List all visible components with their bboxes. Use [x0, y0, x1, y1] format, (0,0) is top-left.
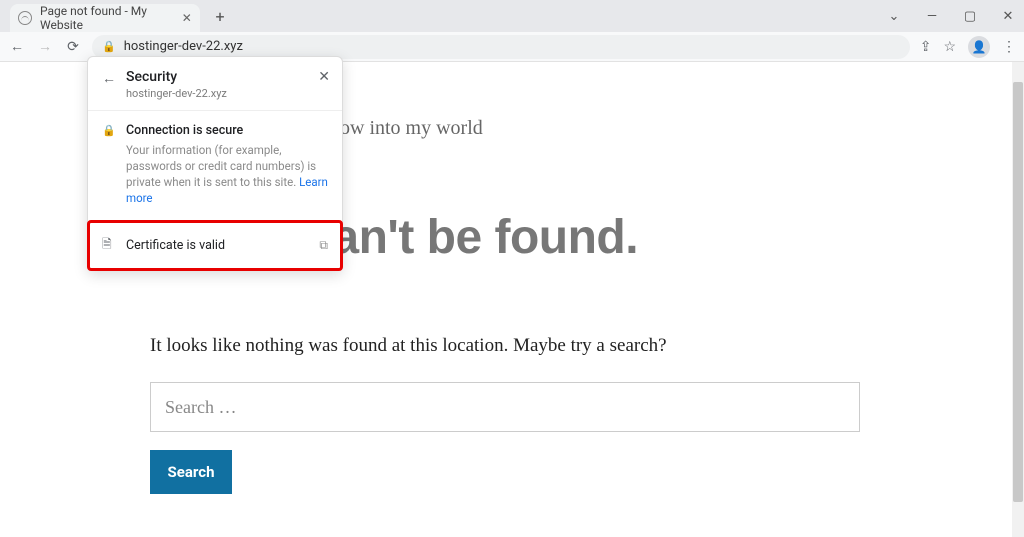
share-icon[interactable]: ⇪ — [920, 39, 932, 55]
close-popover-icon[interactable]: ✕ — [318, 69, 330, 85]
open-external-icon[interactable]: ⧉ — [319, 238, 328, 253]
certificate-icon: 🗎 — [102, 235, 116, 256]
forward-icon: → — [36, 38, 54, 55]
lock-icon[interactable]: 🔒 — [102, 40, 116, 53]
certificate-label: Certificate is valid — [126, 238, 225, 253]
connection-secure-desc-text: Your information (for example, passwords… — [126, 143, 316, 189]
popover-domain: hostinger-dev-22.xyz — [126, 87, 227, 100]
scrollbar-vertical[interactable] — [1012, 62, 1024, 537]
scrollbar-thumb[interactable] — [1013, 82, 1023, 502]
new-tab-button[interactable]: + — [208, 4, 232, 28]
search-placeholder: Search … — [165, 397, 236, 418]
connection-secure-row: 🔒 Connection is secure Your information … — [88, 111, 342, 220]
site-tagline: ow into my world — [340, 117, 1024, 140]
profile-avatar[interactable]: 👤 — [968, 36, 990, 58]
browser-tab[interactable]: Page not found - My Website ✕ — [10, 4, 200, 32]
connection-secure-desc: Your information (for example, passwords… — [126, 142, 328, 206]
maximize-icon[interactable]: ▢ — [962, 9, 978, 24]
close-tab-icon[interactable]: ✕ — [182, 11, 192, 25]
lock-icon: 🔒 — [102, 124, 116, 206]
globe-icon — [18, 11, 32, 25]
window-controls: ⌄ — ▢ ✕ — [886, 0, 1016, 32]
tab-title: Page not found - My Website — [40, 4, 174, 32]
star-icon[interactable]: ☆ — [943, 39, 956, 55]
close-window-icon[interactable]: ✕ — [1000, 9, 1016, 24]
kebab-menu-icon[interactable]: ⋮ — [1002, 39, 1016, 55]
popover-header: ← Security hostinger-dev-22.xyz ✕ — [88, 57, 342, 111]
window-titlebar: Page not found - My Website ✕ + ⌄ — ▢ ✕ — [0, 0, 1024, 32]
reload-icon[interactable]: ⟳ — [64, 39, 82, 55]
address-bar[interactable]: 🔒 hostinger-dev-22.xyz — [92, 35, 910, 59]
certificate-row[interactable]: 🗎 Certificate is valid ⧉ — [87, 220, 343, 271]
search-button-label: Search — [168, 463, 215, 481]
toolbar-right: ⇪ ☆ 👤 ⋮ — [920, 36, 1016, 58]
connection-secure-title: Connection is secure — [126, 123, 328, 138]
popover-title: Security — [126, 69, 227, 85]
not-found-subtext: It looks like nothing was found at this … — [150, 335, 1024, 357]
security-popover: ← Security hostinger-dev-22.xyz ✕ 🔒 Conn… — [87, 56, 343, 271]
search-button[interactable]: Search — [150, 450, 232, 494]
back-icon[interactable]: ← — [8, 38, 26, 55]
search-input[interactable]: Search … — [150, 382, 860, 432]
back-arrow-icon[interactable]: ← — [102, 70, 116, 87]
chevron-down-icon[interactable]: ⌄ — [886, 9, 902, 24]
url-text: hostinger-dev-22.xyz — [124, 39, 243, 54]
minimize-icon[interactable]: — — [924, 9, 940, 24]
